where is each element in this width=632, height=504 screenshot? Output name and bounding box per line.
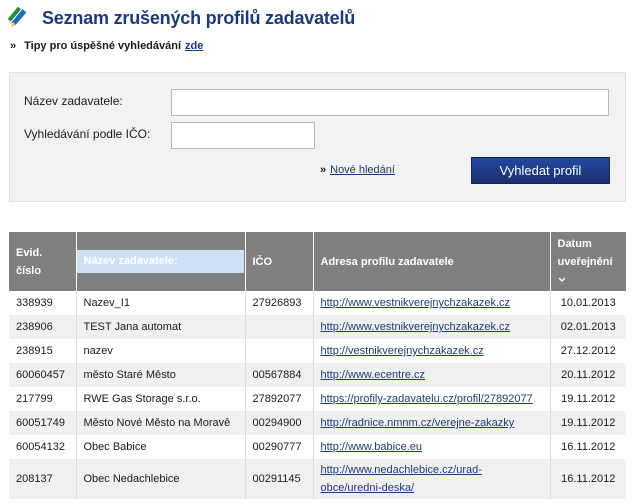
cell-url: http://radnice.nmnm.cz/verejne-zakazky [313,411,551,435]
cell-evid: 208137 [9,459,77,499]
cell-name: TEST Jana automat [76,315,246,339]
cell-evid: 60054132 [9,435,77,459]
cell-date: 16.11.2012 [550,435,626,459]
cell-name: RWE Gas Storage s.r.o. [76,387,246,411]
table-row: 60060457 město Staré Město 00567884 http://… [9,363,626,387]
ico-input[interactable] [171,122,315,149]
cell-evid: 60060457 [9,363,77,387]
cell-url: http://www.nedachlebice.cz/urad-obce/ure… [313,459,551,499]
table-row: 60051749 Město Nové Město na Moravě 002949… [9,411,626,435]
pencil-icon [8,7,27,27]
cell-ico: 27926893 [245,291,314,315]
table-header-row: Evid. číslo Název zadavatele: IČO Adresa… [9,232,626,291]
cell-date: 10.01.2013 [550,291,626,315]
cell-name: Obec Nedachlebice [76,459,246,499]
col-name[interactable]: Název zadavatele: [76,232,246,291]
raquo-icon: » [10,40,16,52]
cell-name: Město Nové Město na Moravě [76,411,246,435]
new-search: » Nové hledání [320,164,395,176]
cell-ico: 00290777 [245,435,314,459]
profile-url-link[interactable]: http://www.vestnikverejnychzakazek.cz [321,321,511,333]
cell-date: 20.11.2012 [550,363,626,387]
cell-url: http://www.ecentre.cz [313,363,551,387]
cell-ico: 00291145 [245,459,314,499]
cell-ico [245,339,314,363]
cell-date: 19.11.2012 [550,387,626,411]
cell-ico [245,315,314,339]
cell-url: http://www.vestnikverejnychzakazek.cz [313,291,551,315]
search-tips: » Tipy pro úspěšné vyhledávání zde [10,40,203,52]
cell-date: 16.11.2012 [550,459,626,499]
cell-evid: 238906 [9,315,77,339]
cell-evid: 217799 [9,387,77,411]
profile-url-link[interactable]: http://www.vestnikverejnychzakazek.cz [321,297,511,309]
table-row: 238906 TEST Jana automat http://www.vestni… [9,315,626,339]
cell-name: město Staré Město [76,363,246,387]
search-form: Název zadavatele: Vyhledávání podle IČO:… [9,72,626,202]
col-evid-label: Evid. číslo [16,246,43,277]
cell-ico: 00567884 [245,363,314,387]
page-title: Seznam zrušených profilů zadavatelů [42,7,356,28]
cell-date: 19.11.2012 [550,411,626,435]
cell-url: https://profily-zadavatelu.cz/profil/278… [313,387,551,411]
col-ico-label: IČO [252,255,273,268]
cell-name: Nazev_I1 [76,291,246,315]
table-row: 60054132 Obec Babice 00290777 http://www.ba… [9,435,626,459]
cell-url: http://www.babice.eu [313,435,551,459]
cell-url: http://vestnikverejnychzakazek.cz [313,339,551,363]
cell-ico: 00294900 [245,411,314,435]
table-row: 217799 RWE Gas Storage s.r.o. 27892077 http… [9,387,626,411]
profiles-table: Evid. číslo Název zadavatele: IČO Adresa… [9,232,626,499]
cell-ico: 27892077 [245,387,314,411]
profile-url-link[interactable]: http://www.ecentre.cz [321,369,426,381]
profile-url-link[interactable]: http://www.babice.eu [321,441,423,453]
table-row: 238915 nazev http://vestnikverejnychzakaze… [9,339,626,363]
tips-text: Tipy pro úspěšné vyhledávání [24,40,182,52]
ico-label: Vyhledávání podle IČO: [24,127,151,141]
cell-name: nazev [76,339,246,363]
cell-evid: 338939 [9,291,77,315]
name-label: Název zadavatele: [24,94,123,108]
col-name-label: Název zadavatele: [76,250,244,273]
cell-evid: 238915 [9,339,77,363]
profile-url-link[interactable]: https://profily-zadavatelu.cz/profil/278… [321,393,533,405]
col-date-label: Datum uveřejnění [557,237,613,268]
page-header: Seznam zrušených profilů zadavatelů [8,6,355,30]
raquo-icon: » [320,164,326,176]
profile-url-link[interactable]: http://www.nedachlebice.cz/urad-obce/ure… [321,464,482,494]
new-search-link[interactable]: Nové hledání [330,164,395,176]
col-url[interactable]: Adresa profilu zadavatele [313,232,551,291]
profile-url-link[interactable]: http://radnice.nmnm.cz/verejne-zakazky [321,417,515,429]
sort-desc-icon [558,277,565,282]
col-url-label: Adresa profilu zadavatele [320,255,454,268]
col-date[interactable]: Datum uveřejnění [550,232,626,291]
table-row: 208137 Obec Nedachlebice 00291145 http://ww… [9,459,626,499]
cell-name: Obec Babice [76,435,246,459]
cell-date: 27.12.2012 [550,339,626,363]
cell-date: 02.01.2013 [550,315,626,339]
col-evid[interactable]: Evid. číslo [9,232,77,291]
profile-url-link[interactable]: http://vestnikverejnychzakazek.cz [321,345,484,357]
col-ico[interactable]: IČO [245,232,314,291]
cell-evid: 60051749 [9,411,77,435]
name-input[interactable] [171,89,609,116]
cell-url: http://www.vestnikverejnychzakazek.cz [313,315,551,339]
search-button[interactable]: Vyhledat profil [471,157,610,184]
table-row: 338939 Nazev_I1 27926893 http://www.vestnik… [9,291,626,315]
tips-link[interactable]: zde [185,40,203,52]
